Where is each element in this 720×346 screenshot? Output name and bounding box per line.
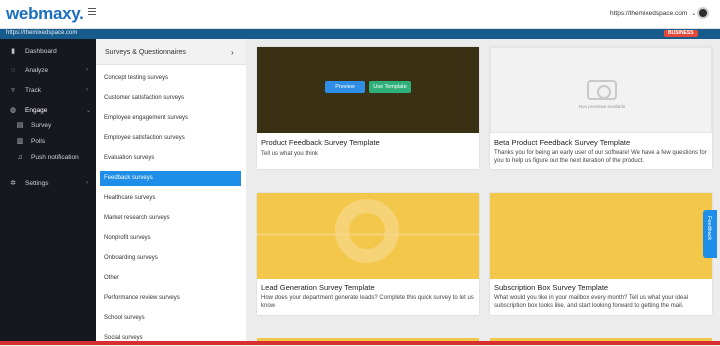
category-item[interactable]: Employee satisfaction surveys (100, 131, 241, 146)
category-label: Performance review surveys (104, 295, 180, 301)
site-selector-label: https://themixedspace.com (610, 10, 688, 17)
sidebar-item-push-notification[interactable]: ♫ Push notification (0, 151, 96, 165)
template-card[interactable]: Non previewe available Beta Product Feed… (490, 47, 712, 169)
category-label: Employee engagement surveys (104, 115, 189, 121)
menu-icon[interactable] (88, 8, 96, 16)
chat-icon: ◍ (9, 107, 17, 114)
category-label: Onboarding surveys (104, 255, 158, 261)
chevron-down-icon: ⌄ (691, 11, 697, 17)
category-item-selected[interactable]: Feedback surveys (100, 171, 241, 186)
category-label: Other (104, 275, 120, 281)
avatar[interactable] (697, 7, 709, 19)
sidebar-item-label: Analyze (25, 67, 49, 74)
chevron-right-icon: › (86, 87, 88, 93)
sidebar-item-polls[interactable]: ▥ Polls (0, 135, 96, 149)
template-description: Thanks you for being an early user of ou… (494, 150, 707, 164)
thumbnail-decoration (335, 199, 399, 263)
sidebar-item-survey[interactable]: ▤ Survey (0, 119, 96, 133)
category-item[interactable]: Onboarding surveys (100, 251, 241, 266)
chevron-right-icon: › (231, 48, 234, 57)
category-panel: Surveys & Questionnaires › Concept testi… (96, 39, 246, 345)
template-card[interactable]: Preview Use Template Product Feedback Su… (257, 47, 479, 169)
sidebar-item-engage[interactable]: ◍ Engage ⌄ (0, 104, 96, 118)
top-bar: webmaxy. https://themixedspace.com ⌄ (0, 0, 720, 29)
preview-button[interactable]: Preview (325, 81, 365, 93)
poll-icon: ▥ (16, 138, 24, 145)
template-thumbnail: Non previewe available (490, 47, 712, 133)
sidebar-item-label: Push notification (31, 154, 79, 161)
category-header-title: Surveys & Questionnaires (105, 49, 186, 56)
template-thumbnail (257, 193, 479, 279)
document-icon: ▤ (16, 122, 24, 129)
sidebar-item-settings[interactable]: ✲ Settings › (0, 177, 96, 191)
sidebar-item-label: Engage (25, 107, 48, 114)
use-template-button[interactable]: Use Template (369, 81, 411, 93)
sidebar-item-label: Settings (25, 180, 49, 187)
feedback-tab[interactable]: Feedback (703, 210, 717, 258)
category-item[interactable]: Employee engagement surveys (100, 111, 241, 126)
template-title: Beta Product Feedback Survey Template (494, 138, 631, 147)
template-thumbnail: Preview Use Template (257, 47, 479, 133)
bell-icon: ♫ (17, 154, 23, 161)
sidebar-item-track[interactable]: ▿ Track › (0, 84, 96, 98)
category-label: Feedback surveys (104, 175, 153, 181)
category-item[interactable]: School surveys (100, 311, 241, 326)
template-title: Lead Generation Survey Template (261, 283, 375, 292)
category-label: Healthcare surveys (104, 195, 156, 201)
site-url: https://themixedspace.com (6, 30, 78, 36)
gear-icon: ✲ (10, 180, 16, 187)
sidebar-item-label: Track (25, 87, 42, 94)
template-thumbnail (490, 193, 712, 279)
feedback-tab-label: Feedback (706, 216, 712, 241)
category-item[interactable]: Performance review surveys (100, 291, 241, 306)
template-description: Tell us what you think (261, 151, 319, 157)
category-item[interactable]: Other (100, 271, 241, 286)
category-item[interactable]: Evaluation surveys (100, 151, 241, 166)
category-item[interactable]: Market research surveys (100, 211, 241, 226)
progress-line (0, 341, 720, 345)
bar-chart-icon: ▮ (11, 48, 15, 55)
logo[interactable]: webmaxy. (6, 4, 84, 24)
globe-icon: ◌ (10, 67, 16, 74)
category-label: Market research surveys (104, 215, 170, 221)
sidebar: ▮ Dashboard ◌ Analyze › ▿ Track › ◍ Enga… (0, 39, 96, 345)
category-label: School surveys (104, 315, 145, 321)
chevron-right-icon: › (86, 180, 88, 186)
category-header[interactable]: Surveys & Questionnaires › (96, 39, 246, 65)
template-title: Product Feedback Survey Template (261, 138, 380, 147)
category-item[interactable]: Concept testing surveys (100, 71, 241, 86)
sidebar-item-analyze[interactable]: ◌ Analyze › (0, 64, 96, 78)
category-label: Employee satisfaction surveys (104, 135, 185, 141)
site-selector[interactable]: https://themixedspace.com ⌄ (610, 10, 696, 17)
category-item[interactable]: Nonprofit surveys (100, 231, 241, 246)
no-preview-text: Non previewe available (578, 104, 626, 109)
category-label: Concept testing surveys (104, 75, 169, 81)
site-url-bar: https://themixedspace.com BUSINESS (0, 29, 720, 39)
template-description: What would you like in your mailbox ever… (494, 295, 688, 309)
sidebar-item-label: Survey (31, 122, 52, 129)
sidebar-item-dashboard[interactable]: ▮ Dashboard (0, 45, 96, 59)
category-label: Customer satisfaction surveys (104, 95, 185, 101)
category-item[interactable]: Customer satisfaction surveys (100, 91, 241, 106)
chevron-down-icon: ⌄ (86, 108, 92, 114)
chevron-right-icon: › (86, 67, 88, 73)
funnel-icon: ▿ (11, 87, 15, 94)
category-label: Evaluation surveys (104, 155, 155, 161)
sidebar-item-label: Dashboard (25, 48, 57, 55)
category-label: Nonprofit surveys (104, 235, 151, 241)
template-title: Subscription Box Survey Template (494, 283, 609, 292)
template-description: How does your department generate leads?… (261, 295, 474, 309)
category-item[interactable]: Healthcare surveys (100, 191, 241, 206)
camera-icon (587, 80, 617, 100)
template-card[interactable]: Lead Generation Survey Template How does… (257, 193, 479, 315)
sidebar-item-label: Polls (31, 138, 46, 145)
template-card[interactable]: Subscription Box Survey Template What wo… (490, 193, 712, 315)
plan-badge: BUSINESS (664, 30, 698, 37)
